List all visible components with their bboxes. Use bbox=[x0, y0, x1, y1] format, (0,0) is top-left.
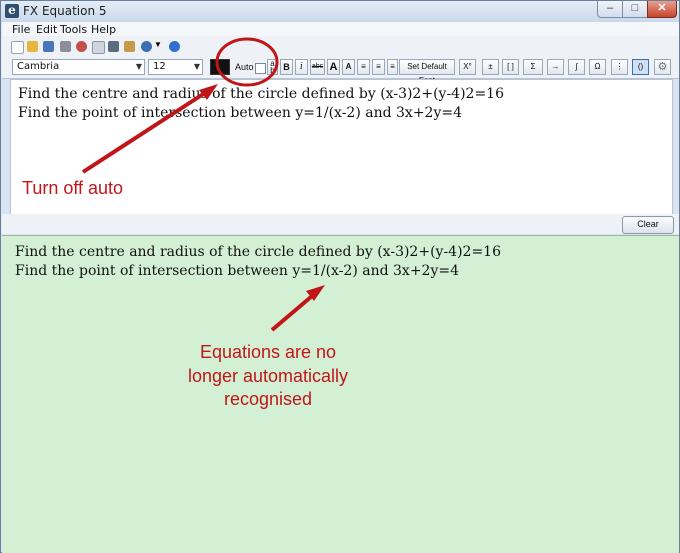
cut-icon[interactable] bbox=[76, 41, 87, 52]
annotation-line: recognised bbox=[223, 389, 313, 409]
help-icon[interactable] bbox=[169, 41, 180, 52]
arrow-icon[interactable]: → bbox=[547, 59, 564, 75]
app-logo-icon: e bbox=[5, 4, 19, 18]
output-line: Find the point of intersection between y… bbox=[15, 263, 460, 279]
title-bar: e FX Equation 5 – □ ✕ bbox=[1, 1, 679, 22]
font-select[interactable]: Cambria ▼ bbox=[12, 59, 145, 75]
integral-icon[interactable]: ∫ bbox=[568, 59, 585, 75]
menu-bar: File Edit Tools Help bbox=[2, 22, 679, 36]
auto-checkbox[interactable] bbox=[255, 63, 266, 74]
save-icon[interactable] bbox=[43, 41, 54, 52]
annotation-line: longer automatically bbox=[187, 366, 349, 386]
editor-line: Find the point of intersection between y… bbox=[18, 105, 463, 121]
fraction-mode-icon[interactable]: () bbox=[632, 59, 649, 75]
plus-minus-icon[interactable]: ± bbox=[482, 59, 499, 75]
menu-tools[interactable]: Tools bbox=[60, 23, 87, 36]
open-folder-icon[interactable] bbox=[27, 41, 38, 52]
output-line: Find the centre and radius of the circle… bbox=[15, 244, 501, 260]
main-toolbar: ▼ bbox=[2, 36, 679, 57]
bold-button[interactable]: B bbox=[280, 59, 293, 75]
font-size-value: 12 bbox=[153, 61, 166, 72]
app-window: e FX Equation 5 – □ ✕ File Edit Tools He… bbox=[0, 0, 680, 553]
menu-file[interactable]: File bbox=[12, 23, 30, 36]
print-icon[interactable] bbox=[60, 41, 71, 52]
editor-line: Find the centre and radius of the circle… bbox=[18, 86, 504, 102]
format-toolbar: Cambria ▼ 12 ▼ Auto ab B i abc A A ≡ ≡ ≡… bbox=[2, 56, 679, 85]
font-size-select[interactable]: 12 ▼ bbox=[148, 59, 203, 75]
fraction-icon[interactable]: ab bbox=[267, 59, 278, 75]
new-document-icon[interactable] bbox=[11, 41, 24, 54]
degree-button[interactable]: X° bbox=[459, 59, 476, 75]
copy-icon[interactable] bbox=[92, 41, 105, 54]
annotation-turn-off-auto: Turn off auto bbox=[22, 178, 124, 198]
font-select-value: Cambria bbox=[17, 61, 60, 72]
chevron-down-icon[interactable]: ▼ bbox=[154, 40, 162, 49]
menu-edit[interactable]: Edit bbox=[36, 23, 57, 36]
annotation-line: Equations are no bbox=[199, 342, 337, 362]
window-title: FX Equation 5 bbox=[23, 4, 107, 18]
align-right-icon[interactable]: ≡ bbox=[387, 59, 398, 75]
grow-font-button[interactable]: A bbox=[327, 59, 340, 75]
chevron-down-icon: ▼ bbox=[193, 62, 200, 71]
paste-icon[interactable] bbox=[124, 41, 135, 52]
strikethrough-button[interactable]: abc bbox=[310, 59, 325, 75]
clear-button[interactable]: Clear bbox=[622, 216, 674, 234]
clear-bar: Clear bbox=[2, 214, 679, 234]
matrix-icon[interactable]: ⋮ bbox=[611, 59, 628, 75]
shrink-font-button[interactable]: A bbox=[342, 59, 355, 75]
code-icon[interactable] bbox=[108, 41, 119, 52]
settings-gear-icon[interactable]: ⚙ bbox=[654, 59, 671, 75]
graph-icon[interactable] bbox=[141, 41, 152, 52]
menu-help[interactable]: Help bbox=[91, 23, 116, 36]
bracket-icon[interactable]: [ ] bbox=[502, 59, 519, 75]
set-default-font-button[interactable]: Set Default Font bbox=[399, 59, 455, 85]
chevron-down-icon: ▼ bbox=[135, 62, 142, 71]
maximize-button[interactable]: □ bbox=[622, 1, 648, 18]
auto-label: Auto bbox=[235, 62, 254, 72]
text-color-button[interactable] bbox=[210, 59, 230, 75]
align-center-icon[interactable]: ≡ bbox=[372, 59, 385, 75]
close-button[interactable]: ✕ bbox=[647, 1, 677, 18]
minimize-button[interactable]: – bbox=[597, 1, 623, 18]
align-left-icon[interactable]: ≡ bbox=[357, 59, 370, 75]
sum-icon[interactable]: Σ bbox=[523, 59, 543, 75]
special-symbol-icon[interactable]: Ω bbox=[589, 59, 606, 75]
italic-button[interactable]: i bbox=[295, 59, 308, 75]
